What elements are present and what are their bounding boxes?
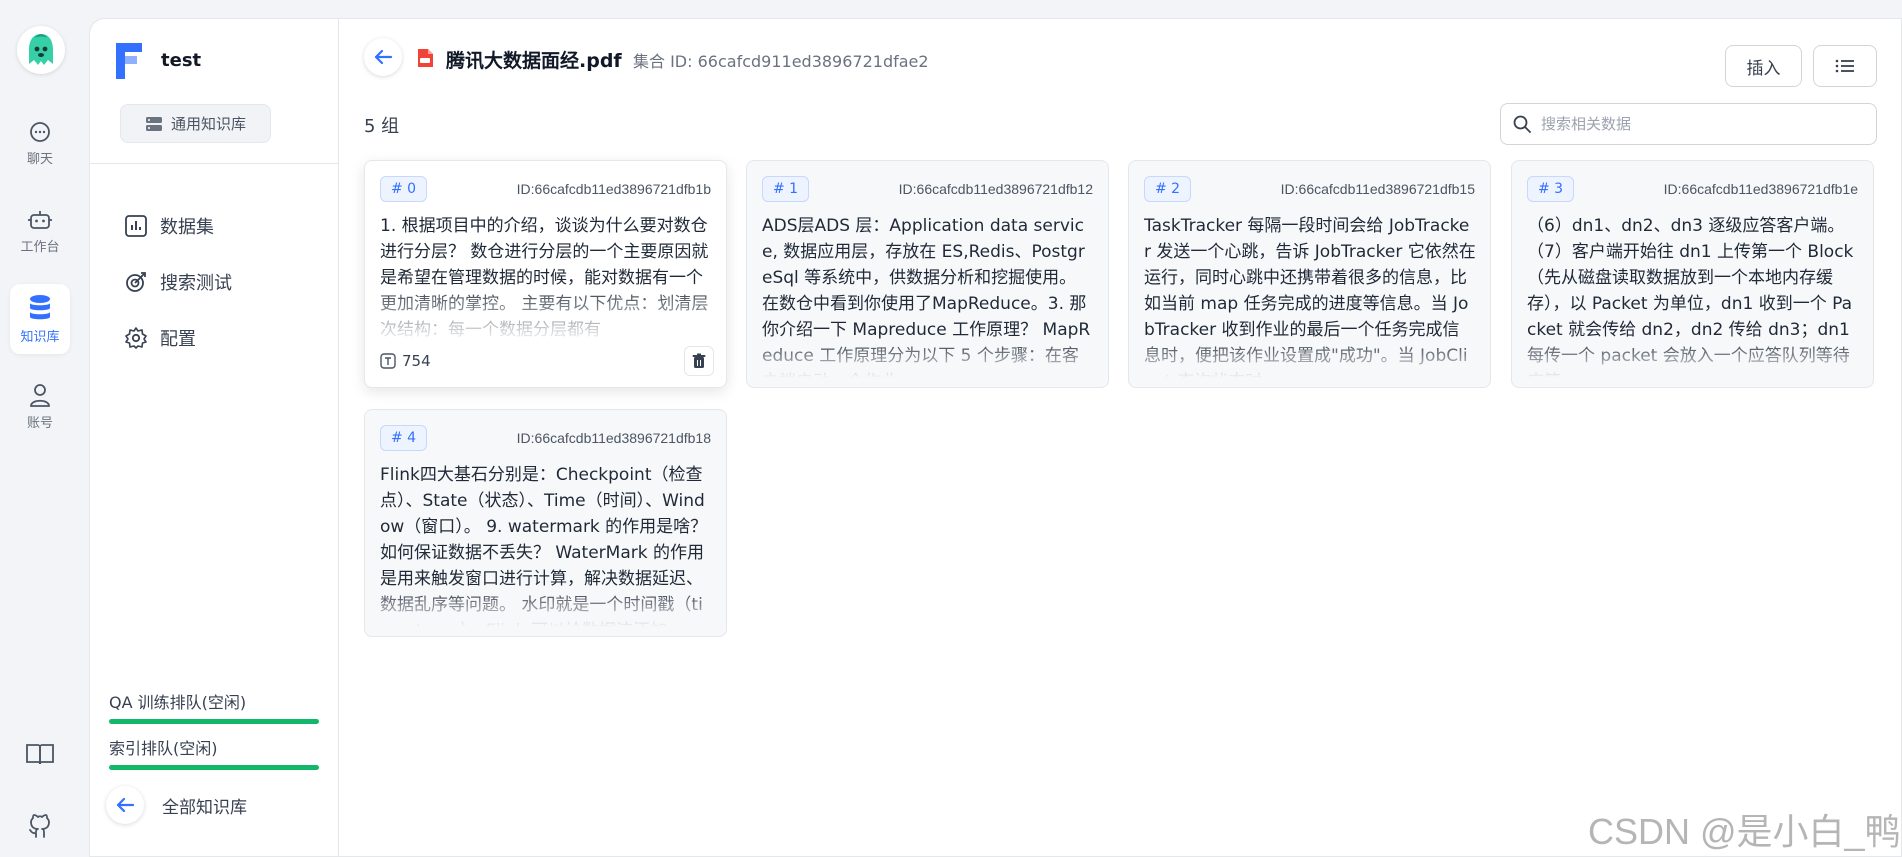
robot-icon xyxy=(28,210,52,229)
sidebar-item-settings[interactable]: 配置 xyxy=(124,320,196,356)
card-header: # 4 ID:66cafcdb11ed3896721dfb18 xyxy=(380,425,711,451)
pdf-file-icon xyxy=(418,49,433,67)
card-content: （6）dn1、dn2、dn3 逐级应答客户端。（7）客户端开始往 dn1 上传第… xyxy=(1527,213,1859,378)
nav-item-label: 知识库 xyxy=(20,329,60,345)
file-name: 腾讯大数据面经.pdf xyxy=(446,50,622,72)
text-fade-overlay xyxy=(1527,338,1859,378)
nav-item-account[interactable]: 账号 xyxy=(10,371,70,441)
app-avatar[interactable] xyxy=(17,26,65,74)
search-test-icon xyxy=(126,272,146,292)
card-index-badge: # 3 xyxy=(1527,176,1575,202)
card-content: 1. 根据项目中的介绍，谈谈为什么要对数仓进行分层？ 数仓进行分层的一个主要原因… xyxy=(380,213,712,343)
token-count: 754 xyxy=(380,352,431,370)
nav-item-label: 工作台 xyxy=(20,239,60,255)
text-fade-overlay xyxy=(380,283,712,343)
arrow-left-icon xyxy=(116,797,135,813)
settings-icon xyxy=(125,327,147,349)
search-input[interactable] xyxy=(1541,115,1861,133)
search-box[interactable] xyxy=(1500,103,1877,145)
card-id: ID:66cafcdb11ed3896721dfb18 xyxy=(516,430,711,446)
text-fade-overlay xyxy=(762,338,1094,378)
queue-label: 索引排队(空闲) xyxy=(109,739,218,758)
ghost-logo-icon xyxy=(29,34,53,65)
nav-item-label: 聊天 xyxy=(26,151,53,167)
card-index-badge: # 4 xyxy=(380,425,428,451)
nav-item-knowledge-base[interactable]: 知识库 xyxy=(10,284,70,354)
card-header: # 1 ID:66cafcdb11ed3896721dfb12 xyxy=(762,176,1093,202)
docs-button[interactable] xyxy=(22,736,58,772)
index-queue-status: 索引排队(空闲) xyxy=(109,735,319,770)
sidebar-item-label: 数据集 xyxy=(160,217,214,238)
text-token-icon xyxy=(380,353,396,369)
book-icon xyxy=(26,744,54,765)
chat-icon xyxy=(30,121,50,142)
nav-rail: 聊天 工作台 知识库 账号 xyxy=(0,0,82,857)
nav-item-workbench[interactable]: 工作台 xyxy=(10,196,70,266)
sidebar-item-label: 搜索测试 xyxy=(160,273,232,294)
csdn-watermark: CSDN @是小白_鸭 xyxy=(1588,811,1901,852)
arrow-left-icon xyxy=(374,49,393,65)
data-card[interactable]: # 0 ID:66cafcdb11ed3896721dfb1b 1. 根据项目中… xyxy=(364,160,727,388)
sidebar-divider xyxy=(90,163,339,164)
card-content: ADS层ADS 层：Application data service, 数据应用… xyxy=(762,213,1094,378)
collection-id: 集合 ID: 66cafcd911ed3896721dfae2 xyxy=(633,52,929,71)
kb-sidebar: test 通用知识库 数据集 搜索测试 配置 QA 训练排队(空闲) 索引排队(… xyxy=(90,19,339,857)
kb-name: test xyxy=(161,50,202,71)
card-header: # 2 ID:66cafcdb11ed3896721dfb15 xyxy=(1144,176,1475,202)
dataset-icon xyxy=(125,215,147,237)
trash-icon xyxy=(692,353,706,368)
card-header: # 0 ID:66cafcdb11ed3896721dfb1b xyxy=(380,176,711,202)
list-icon xyxy=(1835,59,1854,73)
collection-content: 腾讯大数据面经.pdf 集合 ID: 66cafcd911ed3896721df… xyxy=(340,19,1902,857)
card-index-badge: # 2 xyxy=(1144,176,1192,202)
github-icon xyxy=(29,814,50,838)
card-index-badge: # 0 xyxy=(380,176,428,202)
main-panel: test 通用知识库 数据集 搜索测试 配置 QA 训练排队(空闲) 索引排队(… xyxy=(89,18,1902,857)
card-footer: 754 xyxy=(380,346,714,376)
back-to-all-button[interactable] xyxy=(106,786,144,824)
card-content: Flink四大基石分别是：Checkpoint（检查点）、State（状态）、T… xyxy=(380,462,712,627)
group-count: 5 组 xyxy=(364,116,400,137)
card-id: ID:66cafcdb11ed3896721dfb12 xyxy=(898,181,1093,197)
more-menu-button[interactable] xyxy=(1813,45,1877,87)
text-fade-overlay xyxy=(380,587,712,627)
text-fade-overlay xyxy=(1144,338,1476,378)
back-button[interactable] xyxy=(364,38,402,76)
user-icon xyxy=(30,383,50,407)
database-icon xyxy=(30,294,50,319)
data-card[interactable]: # 4 ID:66cafcdb11ed3896721dfb18 Flink四大基… xyxy=(364,409,727,637)
all-kb-label: 全部知识库 xyxy=(162,797,247,818)
data-card[interactable]: # 2 ID:66cafcdb11ed3896721dfb15 TaskTrac… xyxy=(1128,160,1491,388)
card-content: TaskTracker 每隔一段时间会给 JobTracker 发送一个心跳，告… xyxy=(1144,213,1476,378)
data-card[interactable]: # 3 ID:66cafcdb11ed3896721dfb1e （6）dn1、d… xyxy=(1511,160,1874,388)
search-icon xyxy=(1513,115,1531,133)
card-id: ID:66cafcdb11ed3896721dfb1e xyxy=(1663,181,1858,197)
kb-type-badge: 通用知识库 xyxy=(120,104,271,143)
kb-type-label: 通用知识库 xyxy=(170,115,246,133)
kb-logo-icon xyxy=(116,43,142,79)
queue-progress-bar xyxy=(109,719,319,724)
card-id: ID:66cafcdb11ed3896721dfb15 xyxy=(1280,181,1475,197)
sidebar-item-search-test[interactable]: 搜索测试 xyxy=(124,264,232,300)
delete-button[interactable] xyxy=(684,346,714,376)
sidebar-item-label: 配置 xyxy=(160,329,196,350)
qa-queue-status: QA 训练排队(空闲) xyxy=(109,689,319,724)
token-count-value: 754 xyxy=(402,352,431,370)
sidebar-item-dataset[interactable]: 数据集 xyxy=(124,208,214,244)
server-icon xyxy=(145,116,162,131)
queue-progress-bar xyxy=(109,765,319,770)
card-index-badge: # 1 xyxy=(762,176,810,202)
nav-item-label: 账号 xyxy=(26,415,53,431)
nav-item-chat[interactable]: 聊天 xyxy=(10,108,70,178)
insert-button[interactable]: 插入 xyxy=(1725,45,1802,87)
card-id: ID:66cafcdb11ed3896721dfb1b xyxy=(516,181,711,197)
queue-label: QA 训练排队(空闲) xyxy=(109,693,247,712)
all-kb-link[interactable]: 全部知识库 xyxy=(106,786,247,824)
data-card[interactable]: # 1 ID:66cafcdb11ed3896721dfb12 ADS层ADS … xyxy=(746,160,1109,388)
github-button[interactable] xyxy=(22,808,58,844)
card-header: # 3 ID:66cafcdb11ed3896721dfb1e xyxy=(1527,176,1858,202)
